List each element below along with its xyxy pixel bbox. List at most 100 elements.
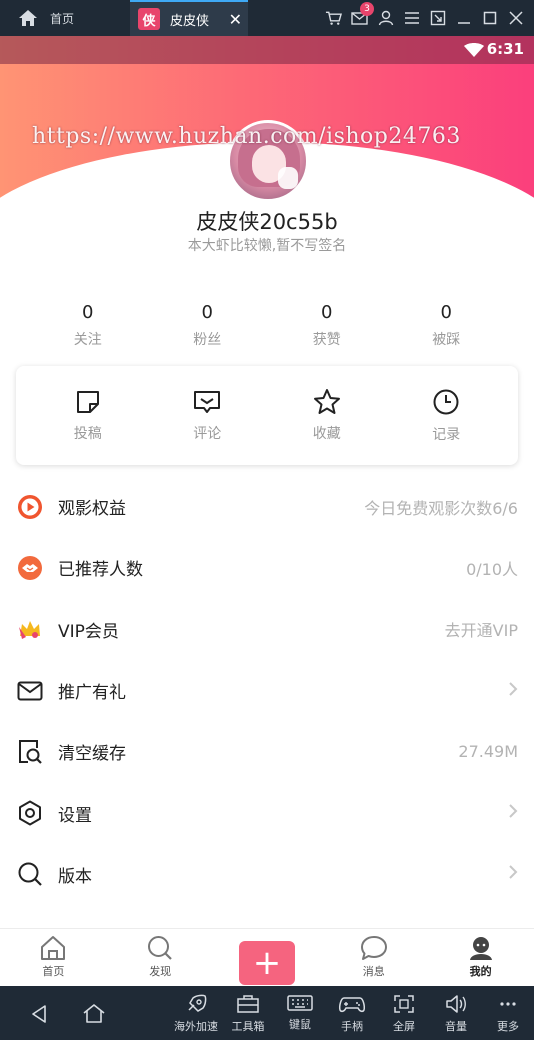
quick-action-label: 投稿 — [73, 425, 102, 442]
menu-item-referrals[interactable]: 已推荐人数 0/10人 — [0, 537, 534, 598]
volume-icon — [446, 995, 466, 1013]
emulator-tool-label: 更多 — [497, 1020, 519, 1033]
emulator-tool-volume[interactable]: 音量 — [430, 994, 482, 1034]
quick-action-label: 收藏 — [312, 426, 341, 442]
toolbox-icon — [237, 995, 259, 1013]
mail-icon — [16, 677, 44, 705]
message-count-badge: 3 — [360, 1, 374, 16]
emulator-window-tools: 3 — [325, 1, 534, 27]
pin-window-icon[interactable] — [429, 10, 446, 27]
emulator-tool-toolbox[interactable]: 工具箱 — [222, 994, 274, 1034]
plus-icon: + — [238, 941, 295, 985]
user-icon[interactable] — [377, 10, 394, 27]
nav-messages[interactable]: 消息 — [320, 929, 427, 986]
profile-icon — [469, 937, 492, 960]
menu-item-title: 设置 — [58, 805, 92, 826]
quick-action-favorite[interactable]: 收藏 — [267, 388, 387, 443]
comment-icon — [194, 390, 221, 413]
back-icon[interactable] — [30, 1004, 48, 1024]
app-screen: 首页 侠 皮皮侠 ✕ 3 6:31 https://www.huzhan.com… — [0, 0, 534, 1040]
quick-action-label: 记录 — [432, 426, 461, 443]
menu-item-settings[interactable]: 设置 — [0, 782, 534, 843]
emulator-tool-label: 手柄 — [341, 1020, 363, 1033]
nav-label: 发现 — [149, 965, 172, 978]
emulator-home-tab[interactable]: 首页 — [0, 0, 130, 36]
quick-action-post[interactable]: 投稿 — [28, 389, 148, 443]
menu-item-vip[interactable]: VIP会员 去开通VIP — [0, 599, 534, 660]
emulator-home-label: 首页 — [50, 11, 75, 26]
menu-icon[interactable] — [403, 10, 420, 27]
nav-add[interactable]: + — [214, 929, 321, 986]
chevron-right-icon — [508, 681, 518, 701]
quick-actions-card: 投稿 评论 收藏 记录 — [16, 366, 518, 465]
nav-profile[interactable]: 我的 — [427, 929, 534, 986]
android-home-icon[interactable] — [82, 1003, 106, 1023]
stat-likes[interactable]: 0 获赞 — [267, 302, 387, 349]
menu-item-promotion[interactable]: 推广有礼 — [0, 660, 534, 721]
discover-icon — [148, 936, 172, 960]
stat-dislikes[interactable]: 0 被踩 — [387, 302, 507, 349]
nav-label: 消息 — [362, 965, 385, 978]
stat-value: 0 — [321, 302, 333, 323]
stat-label: 获赞 — [312, 332, 341, 348]
envelope-icon[interactable]: 3 — [351, 1, 374, 27]
menu-item-clear-cache[interactable]: 清空缓存 27.49M — [0, 721, 534, 782]
star-icon — [313, 389, 340, 414]
profile-stats: 0 关注 0 粉丝 0 获赞 0 被踩 — [28, 302, 506, 349]
quick-action-label: 评论 — [193, 425, 222, 442]
nav-discover[interactable]: 发现 — [107, 929, 214, 986]
emulator-tool-accelerate[interactable]: 海外加速 — [170, 994, 222, 1034]
stat-following[interactable]: 0 关注 — [28, 302, 148, 349]
quick-action-comment[interactable]: 评论 — [148, 389, 268, 443]
crown-icon — [16, 615, 44, 643]
app-tab-title: 皮皮侠 — [170, 13, 210, 29]
menu-item-title: 推广有礼 — [58, 683, 126, 704]
emulator-title-bar: 首页 侠 皮皮侠 ✕ 3 — [0, 0, 534, 36]
close-tab-icon[interactable]: ✕ — [229, 10, 242, 29]
bottom-navigation: 首页 发现 + 消息 我的 — [0, 928, 534, 986]
stat-fans[interactable]: 0 粉丝 — [148, 302, 268, 349]
menu-item-title: 观影权益 — [58, 499, 126, 520]
stat-value: 0 — [440, 302, 452, 323]
emulator-tool-label: 海外加速 — [174, 1020, 218, 1033]
emulator-toolbar: 海外加速 工具箱 键鼠 手柄 全屏 音量 更多 — [0, 986, 534, 1040]
rocket-icon — [188, 994, 207, 1012]
close-window-icon[interactable] — [507, 10, 524, 27]
stat-label: 被踩 — [432, 332, 461, 348]
menu-item-viewing-rights[interactable]: 观影权益 今日免费观影次数6/6 — [0, 476, 534, 537]
status-time: 6:31 — [486, 40, 524, 58]
emulator-tool-more[interactable]: 更多 — [482, 994, 534, 1034]
emulator-tool-gamepad[interactable]: 手柄 — [326, 994, 378, 1034]
menu-item-title: VIP会员 — [58, 621, 119, 642]
play-circle-icon — [16, 493, 44, 521]
chevron-right-icon — [508, 803, 518, 823]
more-icon — [500, 1002, 516, 1006]
menu-item-title: 版本 — [58, 866, 92, 887]
wifi-icon — [464, 43, 484, 57]
emulator-tool-keyboard[interactable]: 键鼠 — [274, 994, 326, 1032]
emulator-app-tab[interactable]: 侠 皮皮侠 ✕ — [130, 0, 248, 36]
home-icon — [19, 10, 37, 26]
gamepad-icon — [339, 997, 365, 1013]
nav-home[interactable]: 首页 — [0, 929, 107, 986]
settings-menu: 观影权益 今日免费观影次数6/6 已推荐人数 0/10人 VIP会员 去开通VI… — [0, 476, 534, 905]
stat-value: 0 — [201, 302, 213, 323]
home-icon — [41, 936, 66, 960]
menu-item-value: 今日免费观影次数6/6 — [364, 498, 518, 518]
watermark-text: https://www.huzhan.com/ishop24763 — [32, 124, 461, 149]
maximize-icon[interactable] — [481, 10, 498, 27]
menu-item-version[interactable]: 版本 — [0, 844, 534, 905]
cart-icon[interactable] — [325, 10, 342, 27]
message-icon — [360, 936, 387, 960]
handshake-icon — [16, 554, 44, 582]
settings-icon — [16, 799, 44, 827]
clear-cache-icon — [16, 738, 44, 766]
quick-action-history[interactable]: 记录 — [387, 388, 507, 444]
stat-label: 粉丝 — [193, 332, 222, 348]
keyboard-icon — [287, 995, 313, 1011]
emulator-tool-label: 键鼠 — [289, 1018, 311, 1031]
emulator-tool-fullscreen[interactable]: 全屏 — [378, 994, 430, 1034]
stat-value: 0 — [82, 302, 94, 323]
minimize-icon[interactable] — [455, 10, 472, 27]
status-bar: 6:31 — [0, 36, 534, 64]
